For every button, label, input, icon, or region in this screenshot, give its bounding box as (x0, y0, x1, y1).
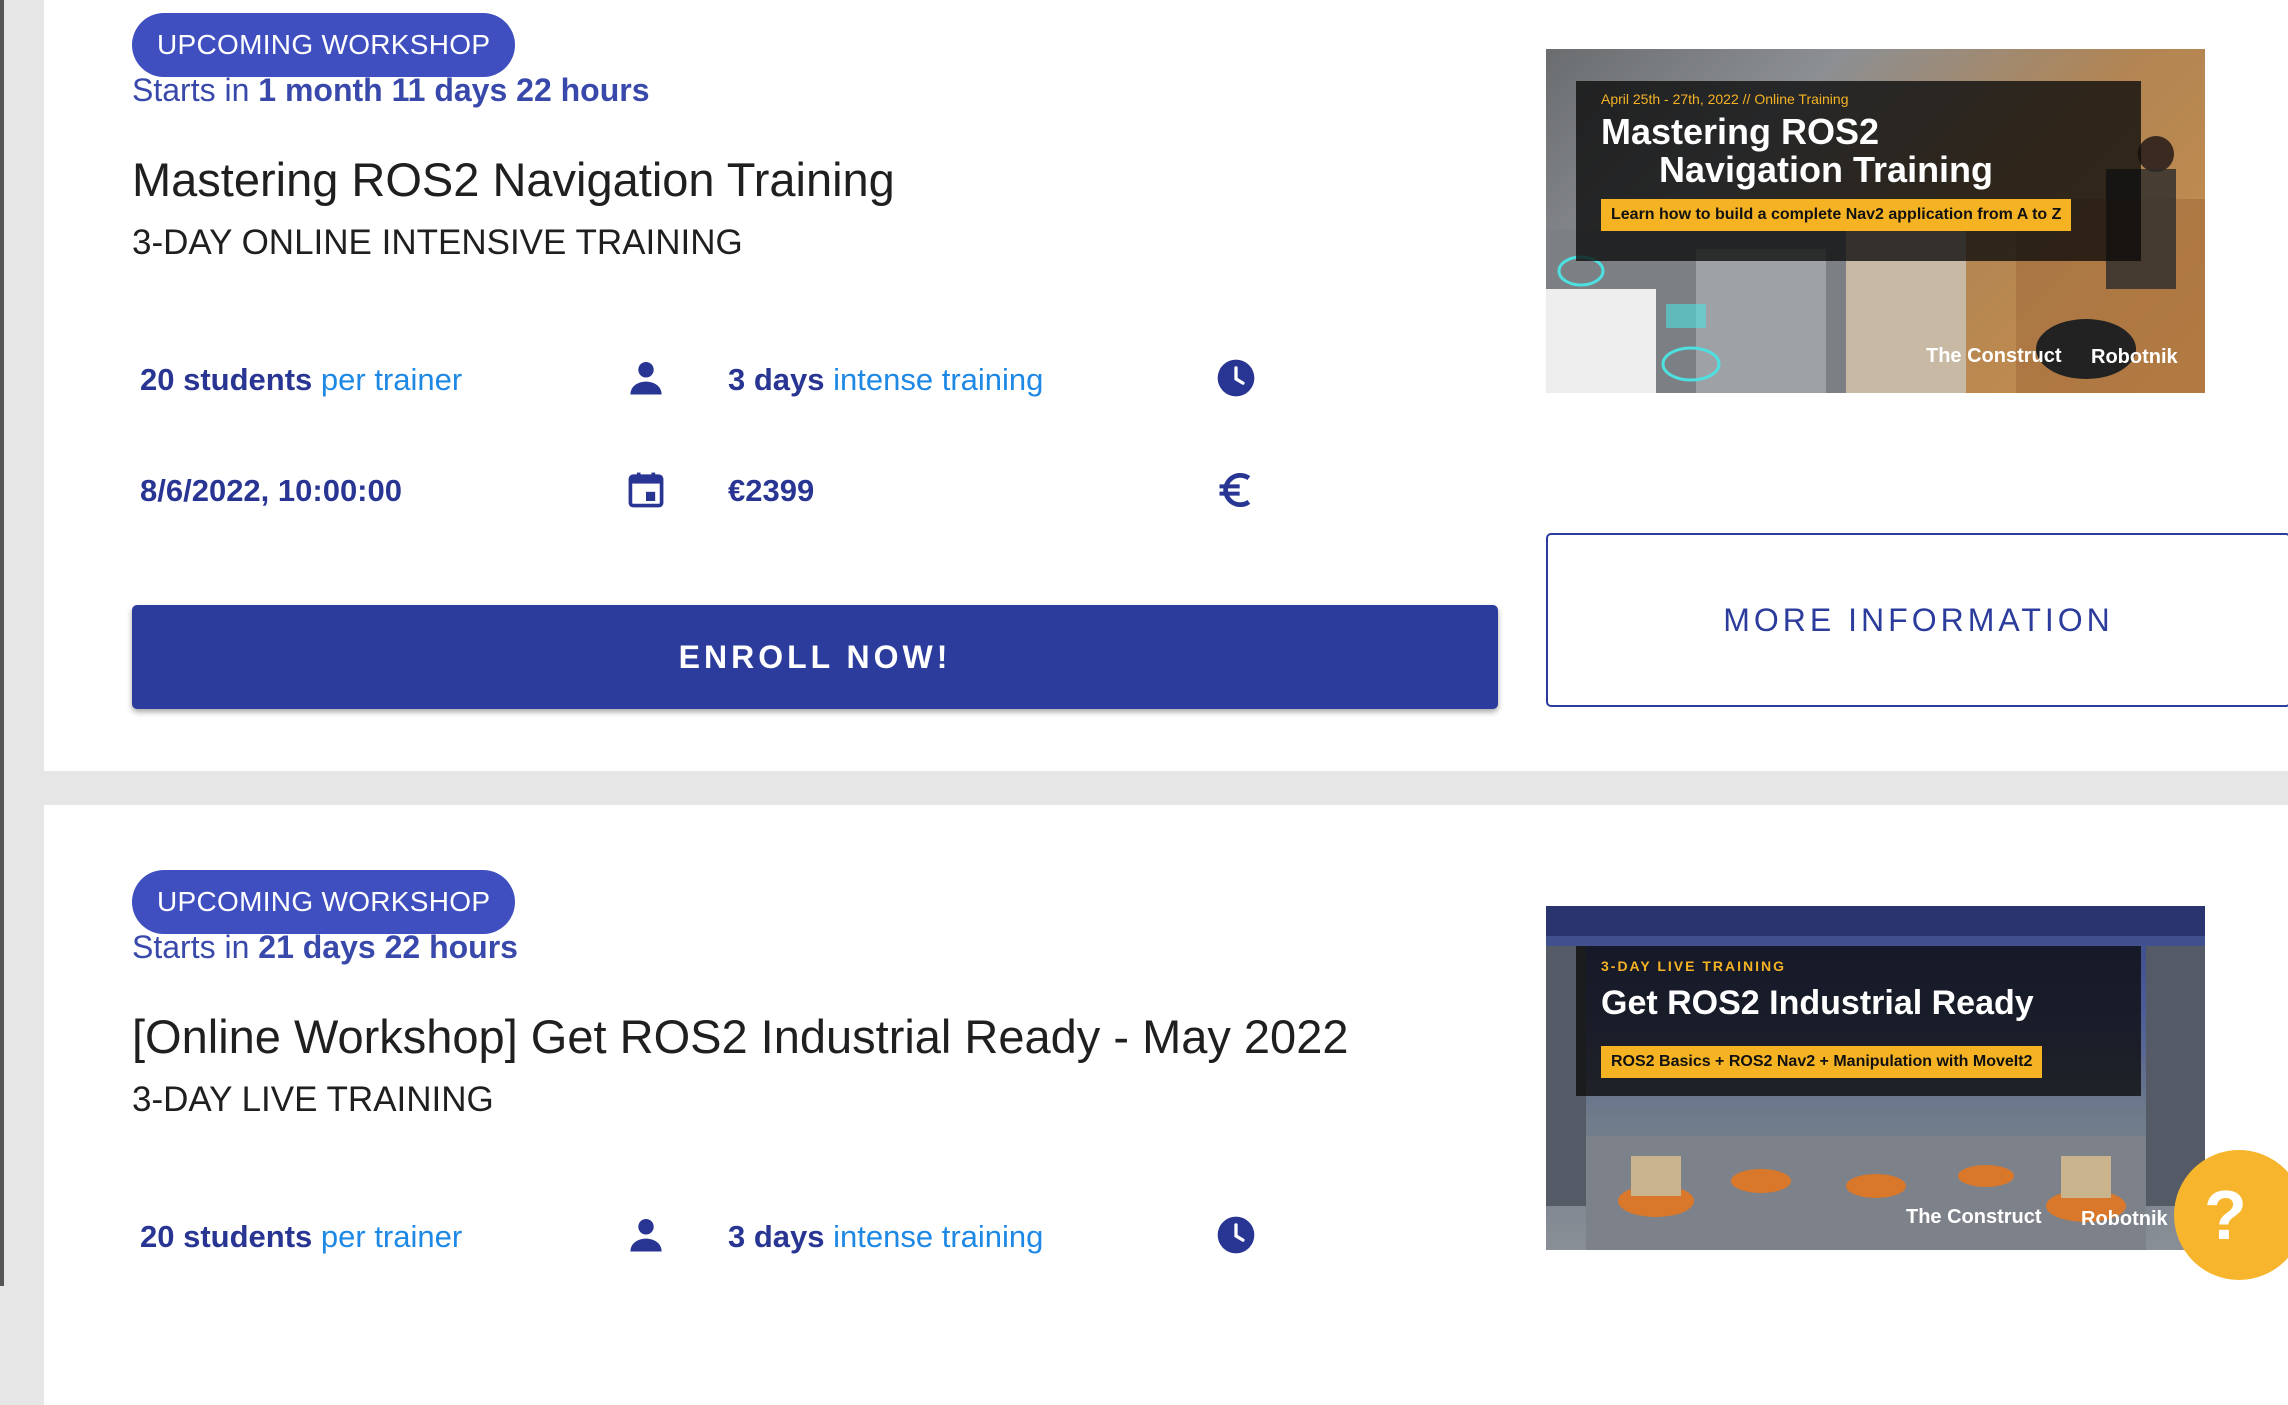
window-edge (0, 0, 4, 1286)
workshop-image[interactable]: April 25th - 27th, 2022 // Online Traini… (1546, 49, 2205, 393)
image-title-line1: Mastering ROS2 (1601, 111, 1880, 152)
workshop-image[interactable]: 3-DAY LIVE TRAINING Get ROS2 Industrial … (1546, 906, 2205, 1250)
students-count: 20 students (140, 362, 313, 397)
days-label: intense training (833, 1219, 1044, 1254)
students-label: per trainer (320, 362, 463, 397)
countdown-prefix: Starts in (132, 929, 250, 965)
robotnik-logo: Robotnik (2081, 1208, 2168, 1230)
countdown-prefix: Starts in (132, 72, 250, 108)
image-title-line2: Navigation Training (1659, 149, 1994, 190)
countdown-value: 21 days 22 hours (258, 929, 518, 965)
person-icon (630, 1219, 662, 1252)
countdown: Starts in 21 days 22 hours (132, 929, 518, 966)
training-duration: 3 days intense training (728, 1219, 1043, 1255)
workshop-title: [Online Workshop] Get ROS2 Industrial Re… (132, 1010, 1349, 1063)
workshop-subtitle: 3-DAY LIVE TRAINING (132, 1080, 494, 1119)
workshop-title: Mastering ROS2 Navigation Training (132, 153, 895, 206)
person-icon (630, 362, 662, 395)
countdown-value: 1 month 11 days 22 hours (258, 72, 650, 108)
image-highlight: ROS2 Basics + ROS2 Nav2 + Manipulation w… (1601, 1046, 2043, 1078)
students-per-trainer: 20 students per trainer (140, 1219, 462, 1255)
start-date: 8/6/2022, 10:00:00 (140, 473, 402, 508)
workshop-card: UPCOMING WORKSHOP Starts in 1 month 11 d… (44, 0, 2288, 771)
more-information-button[interactable]: MORE INFORMATION (1546, 533, 2288, 707)
status-badge: UPCOMING WORKSHOP (132, 870, 516, 934)
image-highlight: Learn how to build a complete Nav2 appli… (1601, 199, 2072, 231)
days-label: intense training (833, 362, 1044, 397)
image-kicker: 3-DAY LIVE TRAINING (1601, 958, 1787, 974)
clock-icon (1217, 359, 1255, 397)
students-per-trainer: 20 students per trainer (140, 362, 462, 398)
workshop-card: UPCOMING WORKSHOP Starts in 21 days 22 h… (44, 805, 2288, 1405)
workshop-subtitle: 3-DAY ONLINE INTENSIVE TRAINING (132, 223, 743, 262)
students-label: per trainer (320, 1219, 463, 1254)
image-date-line: April 25th - 27th, 2022 // Online Traini… (1601, 91, 1849, 107)
students-count: 20 students (140, 1219, 313, 1254)
construct-logo: The Construct (1926, 345, 2062, 367)
euro-icon (1219, 472, 1251, 508)
status-badge: UPCOMING WORKSHOP (132, 13, 516, 77)
calendar-icon (628, 472, 664, 508)
image-title-line1: Get ROS2 Industrial Ready (1601, 984, 2034, 1022)
enroll-button[interactable]: ENROLL NOW! (132, 605, 1498, 709)
price: €2399 (728, 473, 815, 508)
clock-icon (1217, 1216, 1255, 1254)
days-count: 3 days (728, 362, 825, 397)
training-duration: 3 days intense training (728, 362, 1043, 398)
countdown: Starts in 1 month 11 days 22 hours (132, 72, 650, 109)
robotnik-logo: Robotnik (2091, 346, 2178, 368)
days-count: 3 days (728, 1219, 825, 1254)
construct-logo: The Construct (1906, 1206, 2042, 1228)
